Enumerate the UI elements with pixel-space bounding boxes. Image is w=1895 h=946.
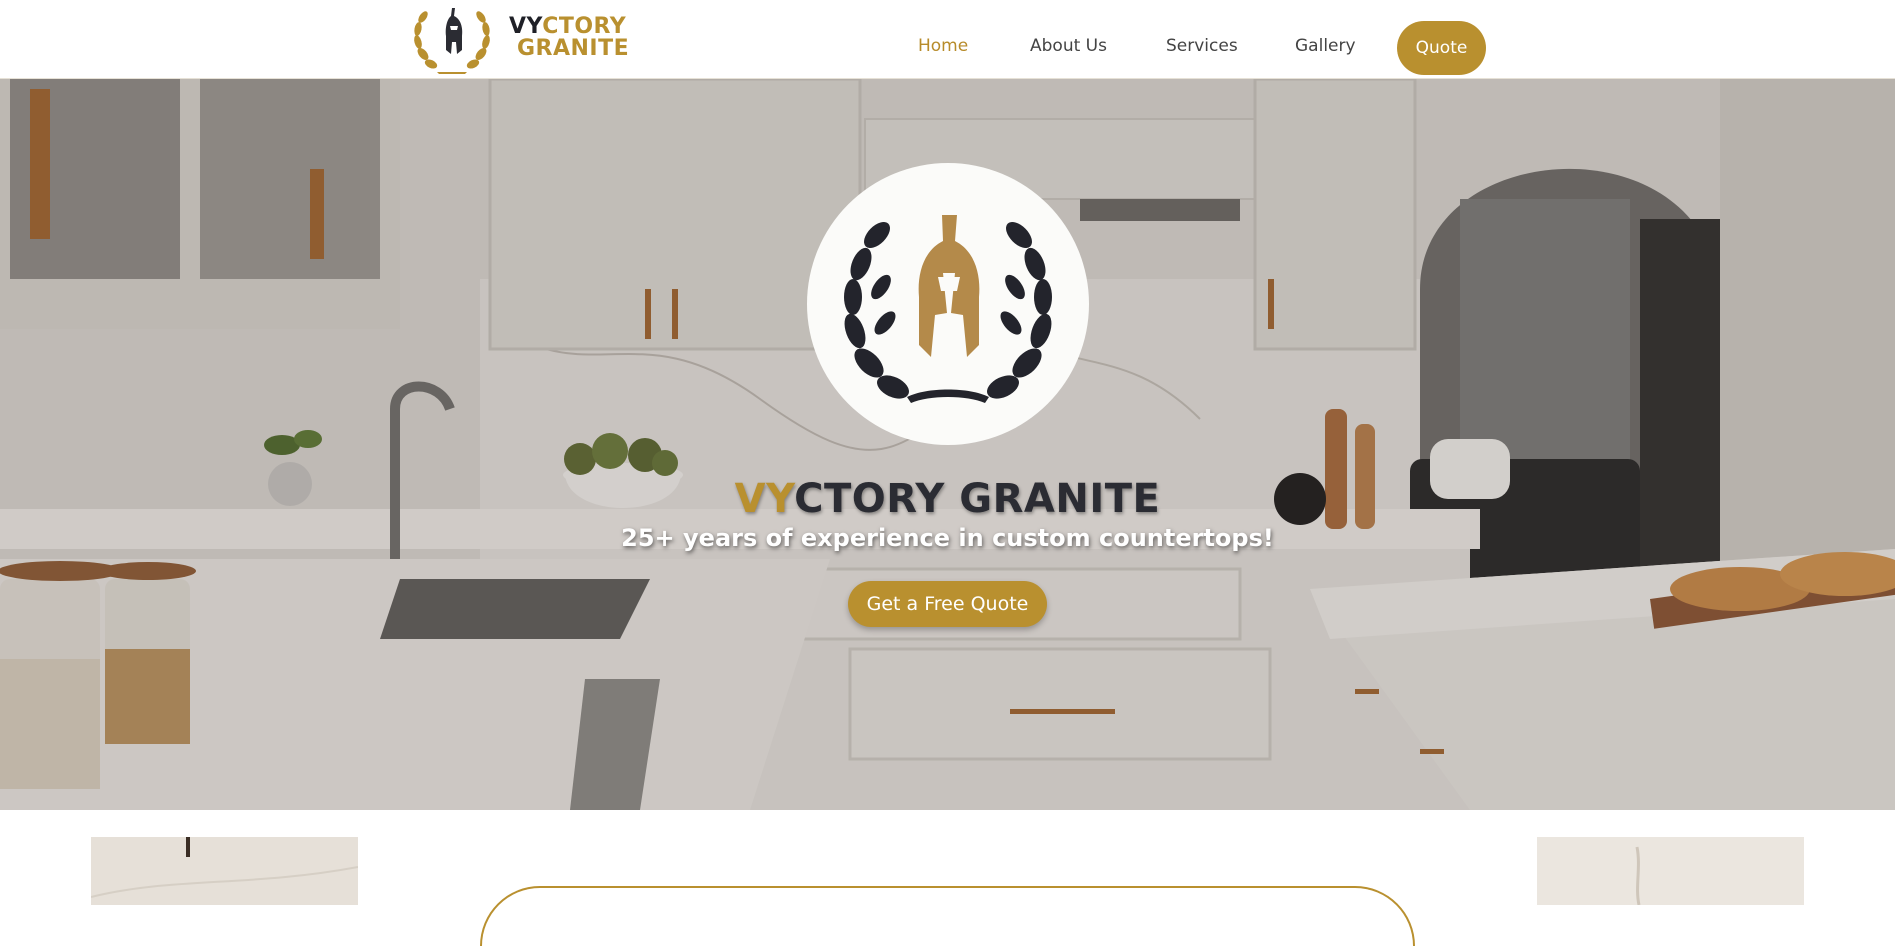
hero-title-accent: VY bbox=[734, 476, 795, 522]
quote-button[interactable]: Quote bbox=[1397, 21, 1486, 75]
hero-emblem bbox=[807, 163, 1089, 445]
nav-gallery[interactable]: Gallery bbox=[1295, 36, 1356, 56]
gallery-thumbnail-right[interactable] bbox=[1537, 837, 1804, 905]
hero-title: VYCTORY GRANITE bbox=[0, 476, 1895, 522]
logo-icon[interactable] bbox=[409, 2, 495, 76]
hero-title-rest: CTORY GRANITE bbox=[794, 476, 1161, 522]
hero-subtitle: 25+ years of experience in custom counte… bbox=[621, 524, 1274, 552]
brand-granite: GRANITE bbox=[517, 36, 630, 61]
nav-home[interactable]: Home bbox=[918, 36, 968, 56]
nav-about-us[interactable]: About Us bbox=[1030, 36, 1107, 56]
spartan-helmet-laurel-icon bbox=[844, 215, 1052, 403]
thumbnail-image bbox=[1537, 837, 1804, 905]
hero-section: VYCTORY GRANITE 25+ years of experience … bbox=[0, 79, 1895, 810]
get-free-quote-button[interactable]: Get a Free Quote bbox=[848, 581, 1047, 627]
section-decorative-arc bbox=[480, 886, 1415, 946]
nav-services[interactable]: Services bbox=[1166, 36, 1238, 56]
gallery-thumbnail-left[interactable] bbox=[91, 837, 358, 905]
site-header: VYCTORY GRANITE Home About Us Services G… bbox=[0, 0, 1895, 79]
brand-name[interactable]: VYCTORY GRANITE bbox=[509, 16, 629, 60]
thumbnail-image bbox=[91, 837, 358, 905]
